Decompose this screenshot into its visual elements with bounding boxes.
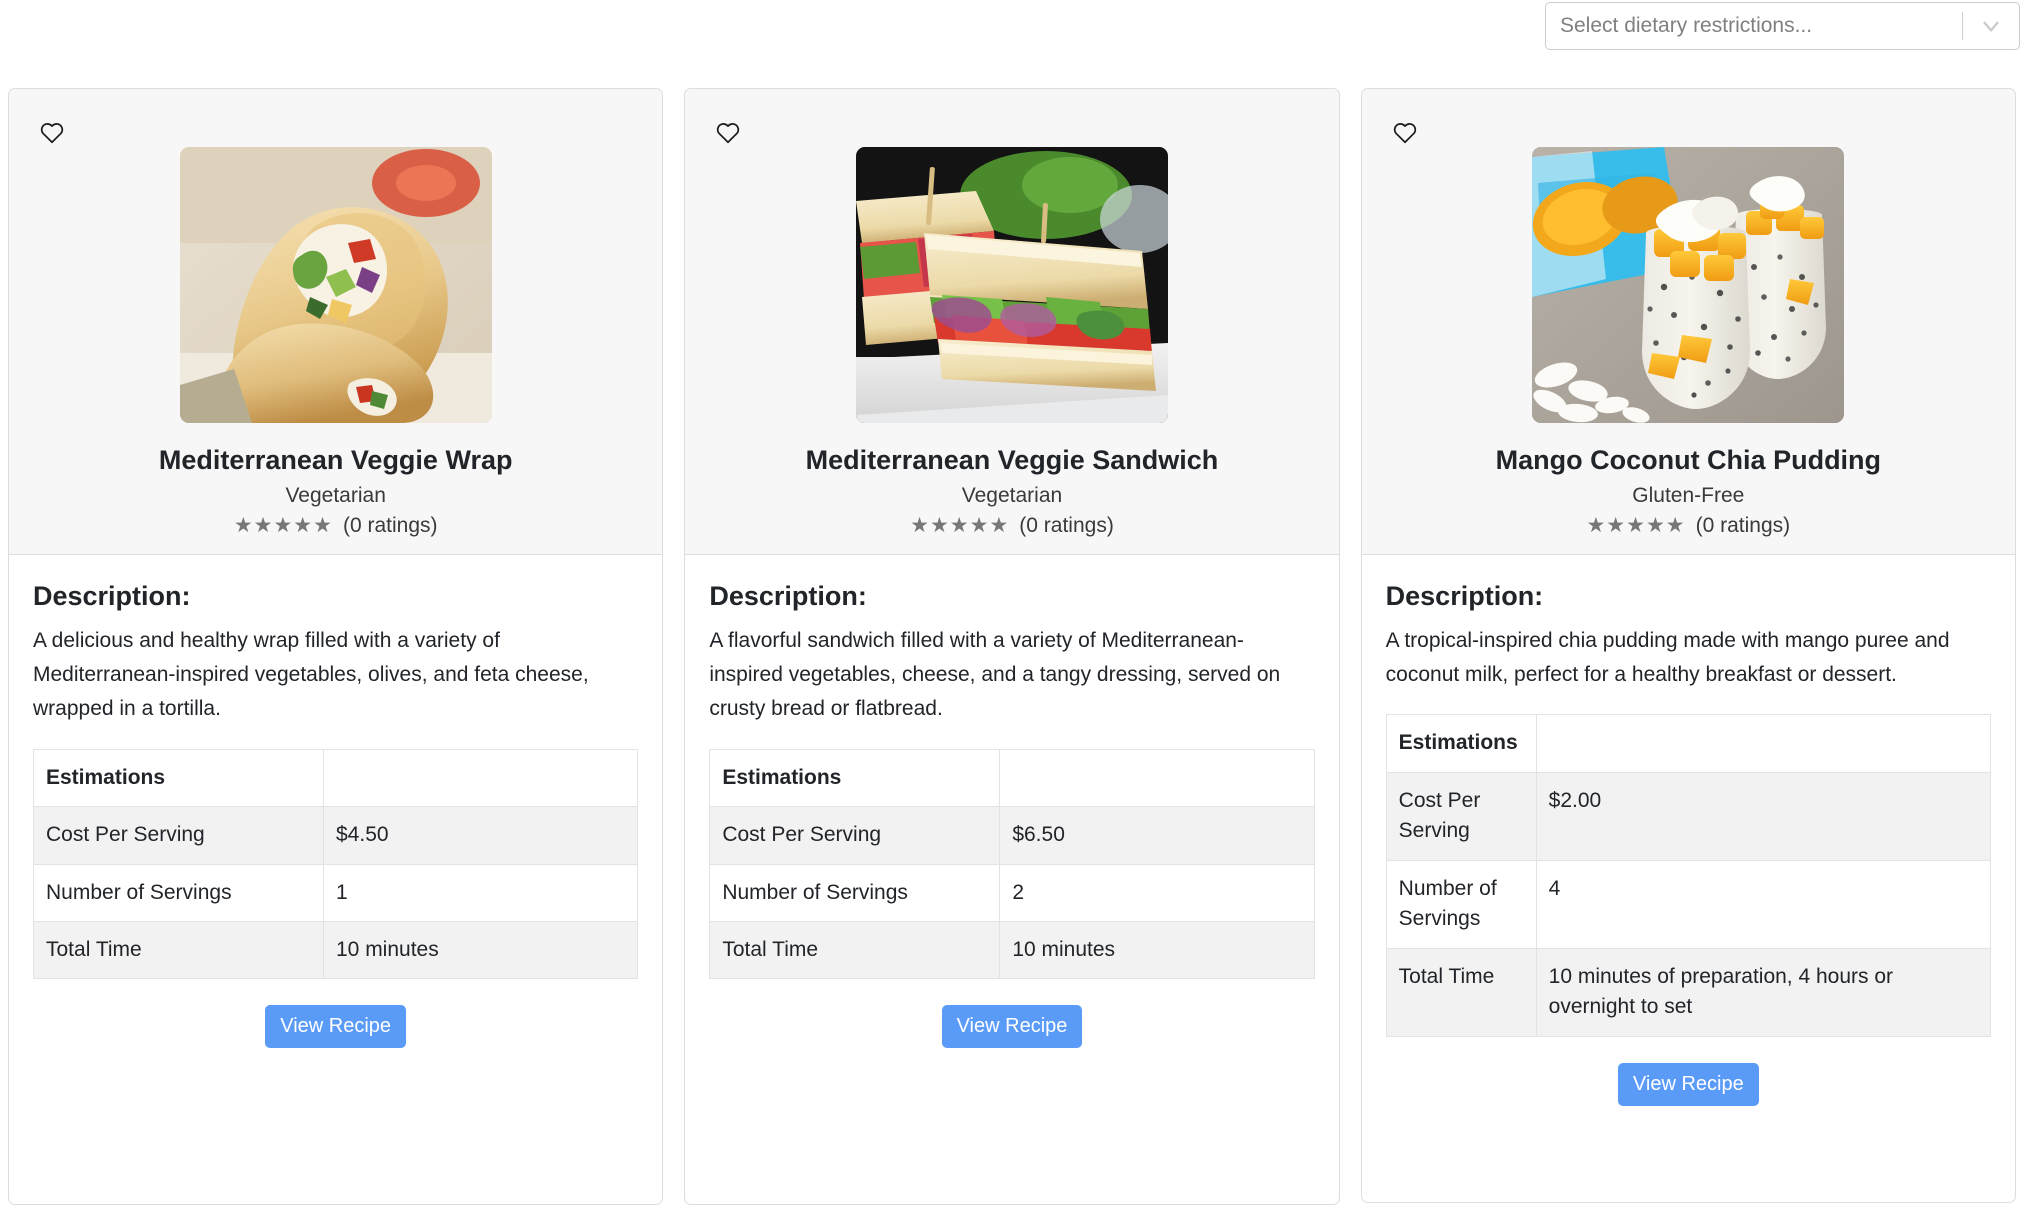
row-key: Cost Per Serving [709, 806, 1001, 865]
row-key: Total Time [33, 921, 324, 980]
row-value: $4.50 [322, 806, 639, 865]
recipe-image [855, 147, 1168, 423]
row-value: 2 [999, 863, 1315, 923]
table-row: Estimations [709, 748, 1315, 808]
recipe-title: Mediterranean Veggie Wrap [158, 445, 513, 475]
row-key: Number of Servings [709, 863, 1001, 923]
card-actions: View Recipe [709, 1005, 1314, 1072]
recipe-image [179, 147, 492, 423]
description-heading: Description: [33, 581, 191, 612]
table-row: Number of Servings 1 [33, 863, 639, 923]
view-recipe-button[interactable]: View Recipe [1617, 1062, 1759, 1106]
estimations-header-value [1535, 714, 1991, 773]
recipe-description: A flavorful sandwich filled with a varie… [709, 629, 1281, 721]
row-value: 10 minutes [322, 921, 639, 980]
table-row: Total Time 10 minutes [709, 921, 1315, 980]
row-value: $6.50 [999, 806, 1315, 865]
favorite-button[interactable] [1388, 115, 1422, 149]
estimations-header: Estimations [33, 748, 324, 808]
recipe-title: Mediterranean Veggie Sandwich [805, 445, 1219, 475]
recipe-rating: ★★★★★ (0 ratings) [9, 515, 662, 536]
view-recipe-button[interactable]: View Recipe [265, 1005, 407, 1049]
recipe-description: A tropical-inspired chia pudding made wi… [1385, 629, 1950, 687]
estimations-table: Estimations Cost Per Serving $2.00 Numbe… [1385, 714, 1991, 1037]
star-rating-icon[interactable]: ★★★★★ [234, 515, 333, 536]
filter-toolbar: Select dietary restrictions... [0, 0, 2024, 76]
recipe-card-header: Mediterranean Veggie Sandwich Vegetarian… [685, 89, 1339, 556]
recipe-diet-tag: Vegetarian [285, 484, 386, 508]
row-value: 10 minutes [999, 921, 1315, 980]
recipe-card-body: Description: A tropical-inspired chia pu… [1362, 555, 2015, 1202]
row-key: Number of Servings [1385, 859, 1537, 949]
row-key: Total Time [1385, 947, 1537, 1037]
recipe-image-wrap [685, 89, 1338, 423]
recipe-card-body: Description: A flavorful sandwich filled… [685, 555, 1338, 1204]
dietary-restrictions-select[interactable]: Select dietary restrictions... [1545, 2, 2020, 50]
recipe-image-wrap [9, 89, 662, 423]
estimations-header: Estimations [1385, 714, 1537, 773]
recipe-card[interactable]: Mango Coconut Chia Pudding Gluten-Free ★… [1360, 88, 2016, 1203]
row-key: Number of Servings [33, 863, 324, 923]
chevron-down-icon[interactable] [1963, 3, 2019, 49]
recipe-results-page: Select dietary restrictions... Mediterra… [0, 0, 2024, 1219]
estimations-table: Estimations Cost Per Serving $4.50 Numbe… [33, 748, 639, 980]
recipe-diet-tag: Vegetarian [961, 484, 1063, 508]
estimations-header: Estimations [709, 748, 1001, 808]
recipe-card[interactable]: Mediterranean Veggie Wrap Vegetarian ★★★… [8, 88, 664, 1205]
card-actions: View Recipe [33, 1005, 638, 1072]
recipe-rating: ★★★★★ (0 ratings) [1362, 515, 2015, 536]
table-row: Estimations [33, 748, 639, 808]
row-value: 4 [1535, 859, 1991, 949]
row-value: $2.00 [1535, 771, 1991, 861]
table-row: Total Time 10 minutes of preparation, 4 … [1385, 947, 1991, 1037]
row-key: Cost Per Serving [1385, 771, 1537, 861]
rating-count: (0 ratings) [1019, 514, 1114, 538]
row-key: Total Time [709, 921, 1001, 980]
view-recipe-button[interactable]: View Recipe [941, 1005, 1083, 1049]
rating-count: (0 ratings) [1695, 514, 1791, 538]
description-heading: Description: [1385, 581, 1544, 612]
heart-icon [715, 120, 741, 144]
recipe-image-wrap [1362, 89, 2015, 423]
recipe-title: Mango Coconut Chia Pudding [1495, 445, 1882, 475]
table-row: Estimations [1385, 714, 1991, 773]
heart-icon [1392, 120, 1418, 144]
description-heading: Description: [709, 581, 867, 612]
recipe-rating: ★★★★★ (0 ratings) [685, 515, 1338, 536]
favorite-button[interactable] [711, 115, 745, 149]
recipe-card-grid: Mediterranean Veggie Wrap Vegetarian ★★★… [8, 88, 2016, 1205]
row-value: 1 [322, 863, 639, 923]
estimations-table: Estimations Cost Per Serving $6.50 Numbe… [709, 748, 1315, 980]
table-row: Cost Per Serving $2.00 [1385, 771, 1991, 861]
heart-icon [39, 120, 65, 144]
recipe-card-header: Mango Coconut Chia Pudding Gluten-Free ★… [1361, 89, 2015, 556]
recipe-image [1532, 147, 1845, 423]
rating-count: (0 ratings) [342, 514, 438, 538]
row-value: 10 minutes of preparation, 4 hours or ov… [1535, 947, 1991, 1037]
recipe-card-header: Mediterranean Veggie Wrap Vegetarian ★★★… [9, 89, 663, 556]
table-row: Number of Servings 4 [1385, 859, 1991, 949]
estimations-header-value [999, 748, 1315, 808]
recipe-card[interactable]: Mediterranean Veggie Sandwich Vegetarian… [684, 88, 1340, 1205]
table-row: Cost Per Serving $6.50 [709, 806, 1315, 865]
recipe-diet-tag: Gluten-Free [1632, 484, 1745, 508]
table-row: Number of Servings 2 [709, 863, 1315, 923]
card-actions: View Recipe [1386, 1062, 1991, 1130]
star-rating-icon[interactable]: ★★★★★ [1586, 515, 1685, 536]
recipe-card-body: Description: A delicious and healthy wra… [9, 555, 662, 1204]
recipe-description: A delicious and healthy wrap filled with… [33, 629, 589, 721]
dietary-restrictions-placeholder: Select dietary restrictions... [1560, 14, 1813, 37]
row-key: Cost Per Serving [33, 806, 324, 865]
table-row: Cost Per Serving $4.50 [33, 806, 639, 865]
table-row: Total Time 10 minutes [33, 921, 639, 980]
estimations-header-value [322, 748, 639, 808]
star-rating-icon[interactable]: ★★★★★ [910, 515, 1009, 536]
favorite-button[interactable] [35, 115, 69, 149]
